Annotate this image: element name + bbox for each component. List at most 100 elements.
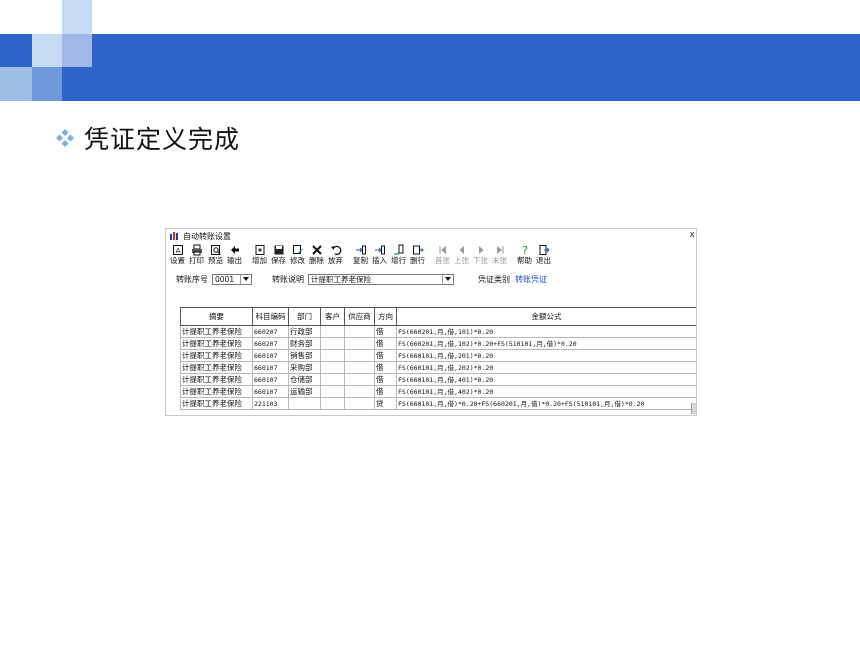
chevron-down-icon[interactable]: [442, 274, 453, 284]
diamond-bullet-icon: [56, 129, 74, 147]
seq-select[interactable]: 0001: [212, 273, 252, 285]
cell-formula[interactable]: FS(660101,月,借,201)*0.20: [396, 349, 696, 362]
toolbar-button-export[interactable]: 输出: [225, 243, 244, 269]
table-row[interactable]: 计提职工养老保险 660107 仓储部 借 FS(660101,月,借,401)*0.2…: [180, 373, 696, 386]
table-row[interactable]: 计提职工养老保险 221103 贷 FS(660101,月,借)*0.20+FS(66…: [180, 397, 696, 410]
cell-dir[interactable]: 借: [374, 325, 397, 338]
cell-code[interactable]: 660107: [252, 385, 289, 398]
cell-customer[interactable]: [320, 373, 345, 386]
toolbar-button-add[interactable]: 增加: [250, 243, 269, 269]
toolbar-button-next[interactable]: 下张: [471, 243, 490, 269]
add-row-icon: [393, 244, 403, 255]
cell-supplier[interactable]: [344, 337, 375, 350]
toolbar-button-label: 首张: [435, 256, 450, 265]
cell-code[interactable]: 660107: [252, 373, 289, 386]
toolbar-button-label: 输出: [227, 256, 242, 265]
desc-select[interactable]: 计提职工养老保险: [308, 273, 454, 285]
cell-supplier[interactable]: [344, 325, 375, 338]
toolbar-button-prev[interactable]: 上张: [452, 243, 471, 269]
cell-dept[interactable]: 采购部: [288, 361, 321, 374]
cell-customer[interactable]: [320, 349, 345, 362]
cell-summary[interactable]: 计提职工养老保险: [180, 385, 253, 398]
transfer-grid: 摘要 科目编码 部门 客户 供应商 方向 金额公式 计提职工养老保险 660207…: [180, 307, 696, 410]
toolbar-button-help[interactable]: ? 帮助: [515, 243, 534, 269]
toolbar-button-insert-row[interactable]: 插入: [370, 243, 389, 269]
cell-customer[interactable]: [320, 361, 345, 374]
toolbar-button-label: 帮助: [517, 256, 532, 265]
app-icon: [170, 232, 178, 240]
cell-code[interactable]: 221103: [252, 397, 289, 410]
cell-dir[interactable]: 借: [374, 385, 397, 398]
toolbar-button-print[interactable]: 打印: [187, 243, 206, 269]
column-header-customer[interactable]: 客户: [320, 307, 345, 326]
cell-formula[interactable]: FS(660101,月,借,402)*0.20: [396, 385, 696, 398]
column-header-dept[interactable]: 部门: [288, 307, 321, 326]
toolbar-button-first[interactable]: 首张: [433, 243, 452, 269]
scrollbar[interactable]: [691, 403, 696, 414]
decor-square: [32, 34, 62, 67]
cell-dept[interactable]: 财务部: [288, 337, 321, 350]
cell-summary[interactable]: 计提职工养老保险: [180, 373, 253, 386]
table-row[interactable]: 计提职工养老保险 660207 行政部 借 FS(660201,月,借,101)*0.2…: [180, 325, 696, 338]
cell-dept[interactable]: 销售部: [288, 349, 321, 362]
cell-supplier[interactable]: [344, 349, 375, 362]
cell-supplier[interactable]: [344, 397, 375, 410]
cell-code[interactable]: 660107: [252, 349, 289, 362]
cell-dir[interactable]: 借: [374, 361, 397, 374]
table-row[interactable]: 计提职工养老保险 660107 运输部 借 FS(660101,月,借,402)*0.2…: [180, 385, 696, 398]
toolbar-button-preview[interactable]: 预览: [206, 243, 225, 269]
column-header-summary[interactable]: 摘要: [180, 307, 253, 326]
cell-code[interactable]: 660207: [252, 325, 289, 338]
chevron-down-icon[interactable]: [240, 274, 251, 284]
cell-supplier[interactable]: [344, 385, 375, 398]
table-row[interactable]: 计提职工养老保险 660207 财务部 借 FS(660201,月,借,102)*0.2…: [180, 337, 696, 350]
slide-heading: 凭证定义完成: [56, 120, 240, 156]
cell-dir[interactable]: 贷: [374, 397, 397, 410]
toolbar-button-add-row[interactable]: 增行: [389, 243, 408, 269]
cell-customer[interactable]: [320, 397, 345, 410]
cell-code[interactable]: 660207: [252, 337, 289, 350]
cell-supplier[interactable]: [344, 361, 375, 374]
cell-code[interactable]: 660107: [252, 361, 289, 374]
cell-dir[interactable]: 借: [374, 349, 397, 362]
toolbar-button-setup[interactable]: A 设置: [168, 243, 187, 269]
cell-customer[interactable]: [320, 325, 345, 338]
column-header-direction[interactable]: 方向: [374, 307, 397, 326]
toolbar-button-undo[interactable]: 放弃: [326, 243, 345, 269]
cell-formula[interactable]: FS(660201,月,借,101)*0.20: [396, 325, 696, 338]
cell-customer[interactable]: [320, 337, 345, 350]
seq-label: 转账序号: [176, 274, 208, 284]
table-row[interactable]: 计提职工养老保险 660107 采购部 借 FS(660101,月,借,202)*0.2…: [180, 361, 696, 374]
cell-supplier[interactable]: [344, 373, 375, 386]
cell-summary[interactable]: 计提职工养老保险: [180, 349, 253, 362]
cell-dir[interactable]: 借: [374, 337, 397, 350]
column-header-supplier[interactable]: 供应商: [344, 307, 375, 326]
cell-formula[interactable]: FS(660201,月,借,102)*0.20+FS(510101,月,借)*0…: [396, 337, 696, 350]
cell-summary[interactable]: 计提职工养老保险: [180, 337, 253, 350]
insert-row-icon: [374, 245, 385, 255]
cell-formula[interactable]: FS(660101,月,借,401)*0.20: [396, 373, 696, 386]
cell-dept[interactable]: [288, 397, 321, 410]
column-header-formula[interactable]: 金额公式: [396, 307, 696, 326]
toolbar-button-exit[interactable]: 退出: [534, 243, 553, 269]
toolbar-button-save[interactable]: 保存: [269, 243, 288, 269]
cell-formula[interactable]: FS(660101,月,借,202)*0.20: [396, 361, 696, 374]
cell-summary[interactable]: 计提职工养老保险: [180, 397, 253, 410]
toolbar-button-delete-row[interactable]: 删行: [408, 243, 427, 269]
cell-dir[interactable]: 借: [374, 373, 397, 386]
toolbar-button-last[interactable]: 末张: [490, 243, 509, 269]
cell-summary[interactable]: 计提职工养老保险: [180, 361, 253, 374]
toolbar-button-delete[interactable]: 删除: [307, 243, 326, 269]
cell-dept[interactable]: 运输部: [288, 385, 321, 398]
cell-dept[interactable]: 仓储部: [288, 373, 321, 386]
close-button[interactable]: x: [690, 230, 695, 240]
toolbar-button-edit[interactable]: 修改: [288, 243, 307, 269]
cell-summary[interactable]: 计提职工养老保险: [180, 325, 253, 338]
toolbar-button-copy-row[interactable]: 复制: [351, 243, 370, 269]
cell-dept[interactable]: 行政部: [288, 325, 321, 338]
toolbar-button-label: 放弃: [328, 256, 343, 265]
cell-customer[interactable]: [320, 385, 345, 398]
table-row[interactable]: 计提职工养老保险 660107 销售部 借 FS(660101,月,借,201)*0.2…: [180, 349, 696, 362]
column-header-code[interactable]: 科目编码: [252, 307, 289, 326]
cell-formula[interactable]: FS(660101,月,借)*0.20+FS(660201,月,借)*0.20+…: [396, 397, 696, 410]
